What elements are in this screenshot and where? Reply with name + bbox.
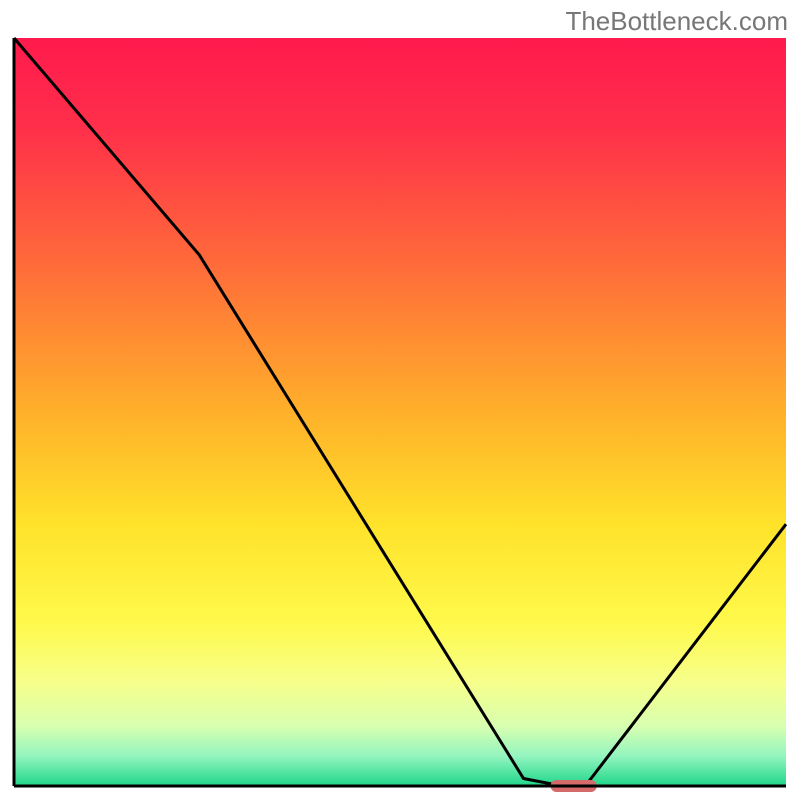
bottleneck-chart: TheBottleneck.com <box>0 0 800 800</box>
watermark-text: TheBottleneck.com <box>565 6 788 37</box>
chart-plot-area <box>0 0 800 800</box>
